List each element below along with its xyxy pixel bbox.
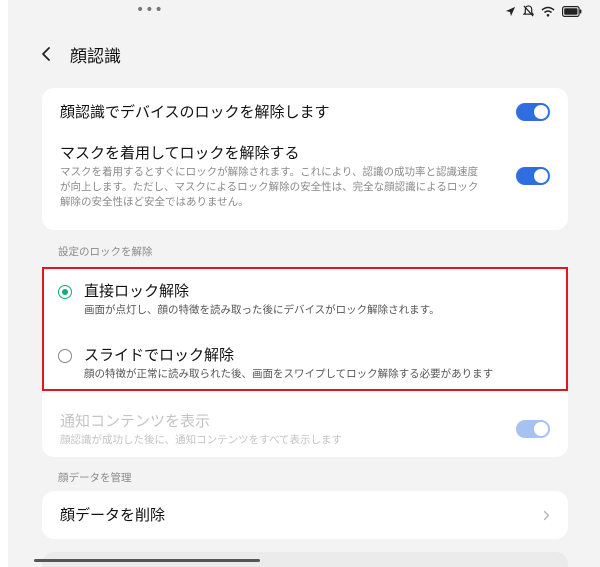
status-bar: •••: [8, 0, 600, 26]
notification-content-row: 通知コンテンツを表示 顔認識が成功した後に、通知コンテンツをすべて表示します: [42, 407, 568, 451]
face-unlock-row[interactable]: 顔認識でデバイスのロックを解除します: [42, 88, 568, 136]
slide-unlock-option[interactable]: スライドでロック解除 顔の特徴が正常に読み取られた後、画面をスワイプしてロック解…: [44, 345, 507, 382]
status-icons: [505, 5, 582, 17]
delete-face-data-row[interactable]: 顔データを削除: [42, 491, 568, 539]
direct-unlock-radio[interactable]: [58, 285, 72, 299]
mute-bell-icon: [523, 5, 534, 17]
left-edge: [0, 0, 8, 567]
chevron-right-icon: [543, 510, 550, 520]
home-indicator[interactable]: [34, 559, 260, 562]
location-icon: [505, 6, 516, 17]
face-unlock-toggle[interactable]: [516, 103, 550, 121]
direct-unlock-option[interactable]: 直接ロック解除 画面が点灯し、顔の特徴を読み取った後にデバイスがロック解除されま…: [44, 281, 454, 318]
face-unlock-title: 顔認識でデバイスのロックを解除します: [60, 103, 330, 121]
notification-content-toggle: [516, 420, 550, 438]
direct-unlock-description: 画面が点灯し、顔の特徴を読み取った後にデバイスがロック解除されます。: [84, 304, 440, 316]
mask-unlock-title: マスクを着用してロックを解除する: [60, 143, 300, 162]
wifi-icon: [541, 6, 555, 17]
face-data-card: 顔データを削除: [42, 491, 568, 539]
unlock-section-label: 設定のロックを解除: [58, 246, 153, 258]
unlock-method-card: 直接ロック解除 画面が点灯し、顔の特徴を読み取った後にデバイスがロック解除されま…: [42, 267, 568, 457]
direct-unlock-title: 直接ロック解除: [84, 282, 190, 300]
face-data-section-label: 顔データを管理: [58, 472, 132, 484]
mask-unlock-row[interactable]: マスクを着用してロックを解除する マスクを着用するとすぐにロックが解除されます。…: [42, 136, 568, 216]
notification-content-title: 通知コンテンツを表示: [60, 411, 211, 430]
chevron-left-icon: [42, 47, 50, 61]
slide-unlock-radio[interactable]: [58, 349, 72, 363]
delete-face-data-label: 顔データを削除: [60, 506, 166, 524]
mask-unlock-toggle[interactable]: [516, 167, 550, 185]
page-title: 顔認識: [70, 46, 121, 67]
multitask-dots[interactable]: •••: [136, 2, 164, 18]
back-button[interactable]: [26, 36, 66, 72]
face-unlock-card: 顔認識でデバイスのロックを解除します マスクを着用してロックを解除する マスクを…: [42, 88, 568, 230]
slide-unlock-description: 顔の特徴が正常に読み取られた後、画面をスワイプしてロック解除する必要があります: [84, 368, 494, 380]
battery-icon: [562, 5, 582, 17]
mask-unlock-description: マスクを着用するとすぐにロックが解除されます。これにより、認識の成功率と認識速度…: [60, 165, 479, 208]
slide-unlock-title: スライドでロック解除: [84, 346, 235, 364]
notification-content-description: 顔認識が成功した後に、通知コンテンツをすべて表示します: [60, 433, 343, 446]
page-header: 顔認識: [8, 36, 600, 72]
